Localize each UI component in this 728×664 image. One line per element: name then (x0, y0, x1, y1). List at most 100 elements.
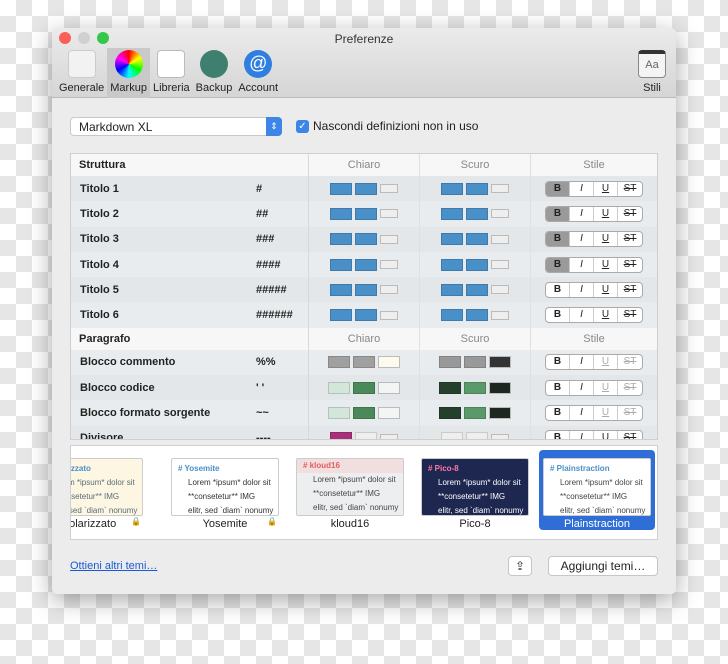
italic-toggle[interactable]: I (570, 282, 594, 297)
theme-yosemite[interactable]: # Yosemite Lorem *ipsum* dolor sit **conse… (167, 450, 283, 530)
italic-toggle[interactable]: I (570, 181, 594, 196)
theme-plainstraction[interactable]: # Plainstraction Lorem *ipsum* dolor sit *… (539, 450, 655, 530)
color-swatch[interactable] (491, 184, 509, 194)
color-swatch[interactable] (439, 407, 461, 420)
bold-toggle[interactable]: B (546, 380, 570, 395)
color-swatch[interactable] (466, 207, 488, 220)
color-swatch[interactable] (380, 433, 398, 439)
color-swatch[interactable] (353, 356, 375, 369)
bold-toggle[interactable]: B (546, 282, 570, 297)
color-swatch[interactable] (491, 260, 509, 270)
strikethrough-toggle[interactable]: ST (618, 355, 642, 369)
strikethrough-toggle[interactable]: ST (618, 431, 642, 439)
style-toggle[interactable]: B I U ST (545, 231, 643, 248)
color-swatch[interactable] (491, 310, 509, 320)
strikethrough-toggle[interactable]: ST (618, 308, 642, 322)
underline-toggle[interactable]: U (594, 406, 618, 421)
style-toggle[interactable]: B I U ST (545, 180, 643, 197)
strikethrough-toggle[interactable]: ST (618, 258, 642, 272)
color-swatch[interactable] (489, 381, 511, 394)
theme-pico-8[interactable]: # Pico-8 Lorem *ipsum* dolor sit **consete… (417, 450, 533, 530)
table-row[interactable]: Titolo 6 ###### B I U ST (71, 302, 657, 328)
color-swatch[interactable] (380, 234, 398, 244)
theme-solarizzato[interactable]: # Solarizzato Lorem *ipsum* dolor sit **co… (71, 450, 147, 530)
table-row[interactable]: Divisore ---- B I U ST (71, 425, 657, 439)
color-swatch[interactable] (441, 182, 463, 195)
color-swatch[interactable] (466, 233, 488, 246)
italic-toggle[interactable]: I (570, 380, 594, 395)
italic-toggle[interactable]: I (570, 406, 594, 421)
color-swatch[interactable] (491, 433, 509, 439)
underline-toggle[interactable]: U (594, 181, 618, 196)
style-toggle[interactable]: B I U ST (545, 256, 643, 273)
table-row[interactable]: Titolo 2 ## B I U ST (71, 201, 657, 227)
color-swatch[interactable] (328, 381, 350, 394)
color-swatch[interactable] (355, 283, 377, 296)
color-swatch[interactable] (355, 432, 377, 439)
color-swatch[interactable] (378, 407, 400, 420)
color-swatch[interactable] (355, 233, 377, 246)
color-swatch[interactable] (328, 407, 350, 420)
color-swatch[interactable] (491, 234, 509, 244)
get-more-themes-link[interactable]: Ottieni altri temi… (70, 560, 157, 572)
toolbar-account[interactable]: @ Account (235, 48, 281, 98)
color-swatch[interactable] (330, 309, 352, 322)
strikethrough-toggle[interactable]: ST (618, 207, 642, 221)
color-swatch[interactable] (439, 381, 461, 394)
italic-toggle[interactable]: I (570, 257, 594, 272)
strikethrough-toggle[interactable]: ST (618, 381, 642, 395)
color-swatch[interactable] (441, 283, 463, 296)
bold-toggle[interactable]: B (546, 431, 570, 439)
bold-toggle[interactable]: B (546, 232, 570, 247)
color-swatch[interactable] (491, 285, 509, 295)
table-row[interactable]: Blocco codice ' ' B I U ST (71, 375, 657, 401)
color-swatch[interactable] (355, 182, 377, 195)
add-themes-button[interactable]: Aggiungi temi… (548, 556, 658, 576)
bold-toggle[interactable]: B (546, 206, 570, 221)
underline-toggle[interactable]: U (594, 232, 618, 247)
style-toggle[interactable]: B I U ST (545, 405, 643, 422)
style-toggle[interactable]: B I U ST (545, 430, 643, 439)
italic-toggle[interactable]: I (570, 431, 594, 439)
color-swatch[interactable] (330, 233, 352, 246)
color-swatch[interactable] (330, 207, 352, 220)
color-swatch[interactable] (353, 407, 375, 420)
style-toggle[interactable]: B I U ST (545, 354, 643, 371)
color-swatch[interactable] (330, 432, 352, 439)
table-row[interactable]: Titolo 3 ### B I U ST (71, 226, 657, 252)
color-swatch[interactable] (355, 258, 377, 271)
color-swatch[interactable] (464, 381, 486, 394)
italic-toggle[interactable]: I (570, 232, 594, 247)
bold-toggle[interactable]: B (546, 308, 570, 323)
color-swatch[interactable] (378, 381, 400, 394)
strikethrough-toggle[interactable]: ST (618, 283, 642, 297)
color-swatch[interactable] (380, 310, 398, 320)
table-row[interactable]: Titolo 5 ##### B I U ST (71, 277, 657, 303)
bold-toggle[interactable]: B (546, 406, 570, 421)
toolbar-markup[interactable]: Markup (107, 48, 150, 98)
underline-toggle[interactable]: U (594, 380, 618, 395)
strikethrough-toggle[interactable]: ST (618, 182, 642, 196)
italic-toggle[interactable]: I (570, 355, 594, 370)
color-swatch[interactable] (380, 260, 398, 270)
toolbar-generale[interactable]: Generale (56, 48, 107, 98)
bold-toggle[interactable]: B (546, 355, 570, 370)
color-swatch[interactable] (355, 309, 377, 322)
underline-toggle[interactable]: U (594, 431, 618, 439)
style-toggle[interactable]: B I U ST (545, 281, 643, 298)
color-swatch[interactable] (441, 258, 463, 271)
underline-toggle[interactable]: U (594, 206, 618, 221)
style-toggle[interactable]: B I U ST (545, 379, 643, 396)
color-swatch[interactable] (441, 432, 463, 439)
color-swatch[interactable] (378, 356, 400, 369)
color-swatch[interactable] (464, 407, 486, 420)
color-swatch[interactable] (353, 381, 375, 394)
strikethrough-toggle[interactable]: ST (618, 406, 642, 420)
markup-select[interactable]: Markdown XL ⇕ (70, 117, 282, 136)
hide-unused-checkbox[interactable]: ✓ Nascondi definizioni non in uso (296, 119, 478, 133)
underline-toggle[interactable]: U (594, 257, 618, 272)
color-swatch[interactable] (466, 182, 488, 195)
table-row[interactable]: Titolo 1 # B I U ST (71, 176, 657, 202)
italic-toggle[interactable]: I (570, 206, 594, 221)
share-button[interactable]: ⇪ (508, 556, 532, 576)
